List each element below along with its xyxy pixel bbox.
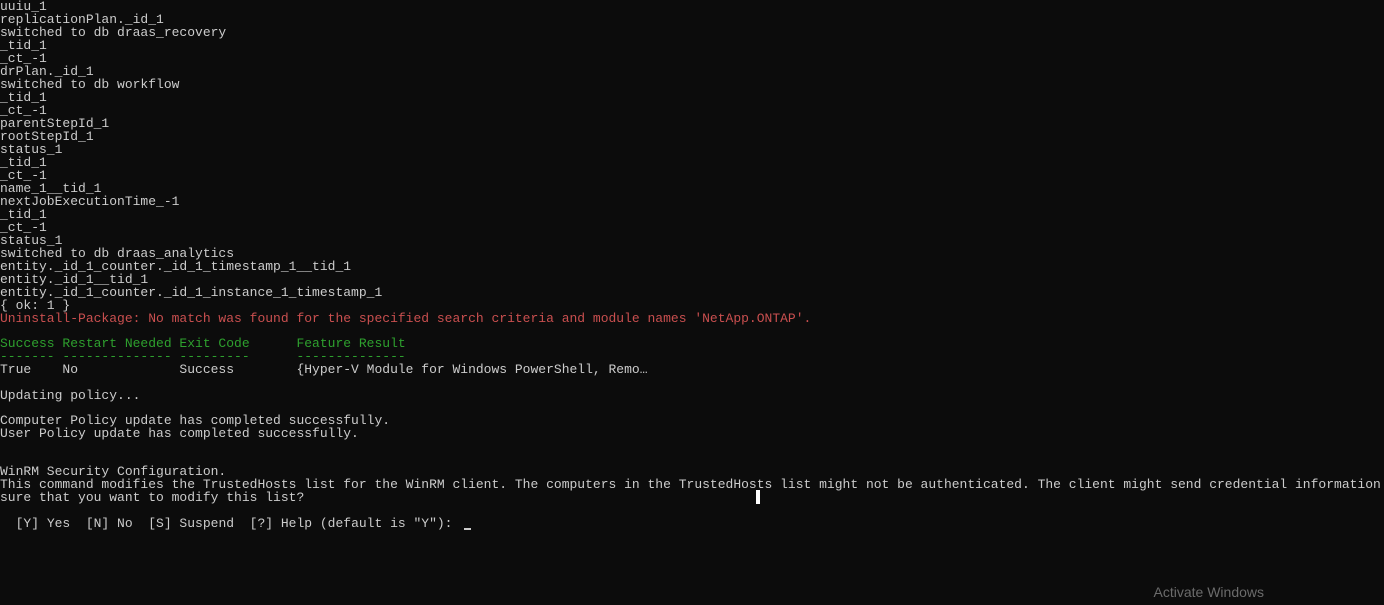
terminal-line: Updating policy... <box>0 389 1384 402</box>
terminal-line: _ct_-1 <box>0 52 1384 65</box>
terminal-line <box>0 440 1384 452</box>
terminal-line: _tid_1 <box>0 39 1384 52</box>
terminal-line: nextJobExecutionTime_-1 <box>0 195 1384 208</box>
terminal-line: uuiu_1 <box>0 0 1384 13</box>
terminal-line <box>0 376 1384 388</box>
prompt-line[interactable]: [Y] Yes [N] No [S] Suspend [?] Help (def… <box>0 504 1384 530</box>
terminal-line: switched to db draas_recovery <box>0 26 1384 39</box>
terminal-line: switched to db workflow <box>0 78 1384 91</box>
terminal-output: uuiu_1replicationPlan._id_1switched to d… <box>0 0 1384 504</box>
terminal-line: _tid_1 <box>0 91 1384 104</box>
terminal-line: _ct_-1 <box>0 221 1384 234</box>
terminal-line: WinRM Security Configuration. <box>0 465 1384 478</box>
terminal-line: User Policy update has completed success… <box>0 427 1384 440</box>
text-cursor <box>756 490 760 504</box>
terminal-line: _ct_-1 <box>0 169 1384 182</box>
terminal-line: parentStepId_1 <box>0 117 1384 130</box>
terminal-line: _ct_-1 <box>0 104 1384 117</box>
terminal-line: name_1__tid_1 <box>0 182 1384 195</box>
terminal-line: This command modifies the TrustedHosts l… <box>0 478 1384 491</box>
terminal-line: status_1 <box>0 143 1384 156</box>
terminal-line: entity._id_1_counter._id_1_instance_1_ti… <box>0 286 1384 299</box>
terminal-line: Uninstall-Package: No match was found fo… <box>0 312 1384 325</box>
terminal-line: drPlan._id_1 <box>0 65 1384 78</box>
input-cursor <box>464 528 471 530</box>
terminal-line: sure that you want to modify this list? <box>0 491 1384 504</box>
windows-activation-watermark: Activate Windows <box>1154 585 1264 599</box>
terminal-line: entity._id_1_counter._id_1_timestamp_1__… <box>0 260 1384 273</box>
terminal-line: _tid_1 <box>0 156 1384 169</box>
terminal-line: True No Success {Hyper-V Module for Wind… <box>0 363 1384 376</box>
terminal-line: _tid_1 <box>0 208 1384 221</box>
terminal-line: rootStepId_1 <box>0 130 1384 143</box>
prompt-text: [Y] Yes [N] No [S] Suspend [?] Help (def… <box>16 516 461 531</box>
